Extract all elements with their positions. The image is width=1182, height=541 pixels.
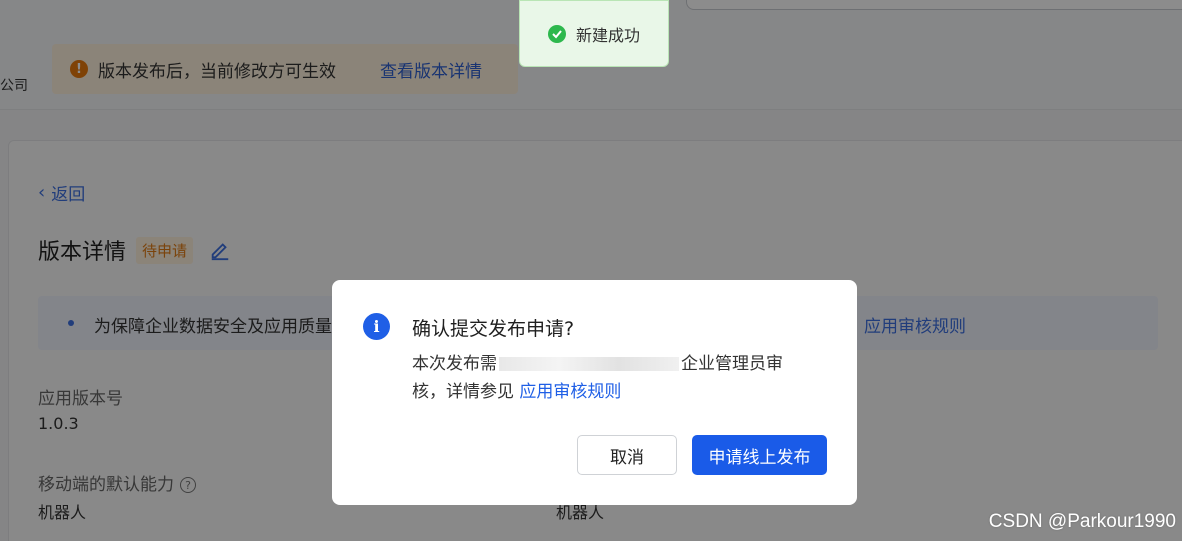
dialog-body: 本次发布需 企业管理员审核，详情参见 应用审核规则 xyxy=(412,350,812,406)
cancel-button[interactable]: 取消 xyxy=(577,435,677,475)
toast-text: 新建成功 xyxy=(575,25,640,45)
dialog-body-prefix: 本次发布需 xyxy=(412,354,497,374)
confirm-publish-dialog: i 确认提交发布申请? 本次发布需 企业管理员审核，详情参见 应用审核规则 取消 … xyxy=(332,280,857,505)
dialog-title: 确认提交发布申请? xyxy=(412,318,575,340)
success-toast: 新建成功 xyxy=(519,0,669,67)
watermark-text: CSDN @Parkour1990 xyxy=(988,511,1176,532)
check-circle-icon xyxy=(547,24,566,43)
redacted-text xyxy=(499,357,679,371)
info-icon: i xyxy=(363,313,390,340)
review-rules-dialog-link[interactable]: 应用审核规则 xyxy=(519,382,621,402)
apply-publish-button[interactable]: 申请线上发布 xyxy=(692,435,827,475)
